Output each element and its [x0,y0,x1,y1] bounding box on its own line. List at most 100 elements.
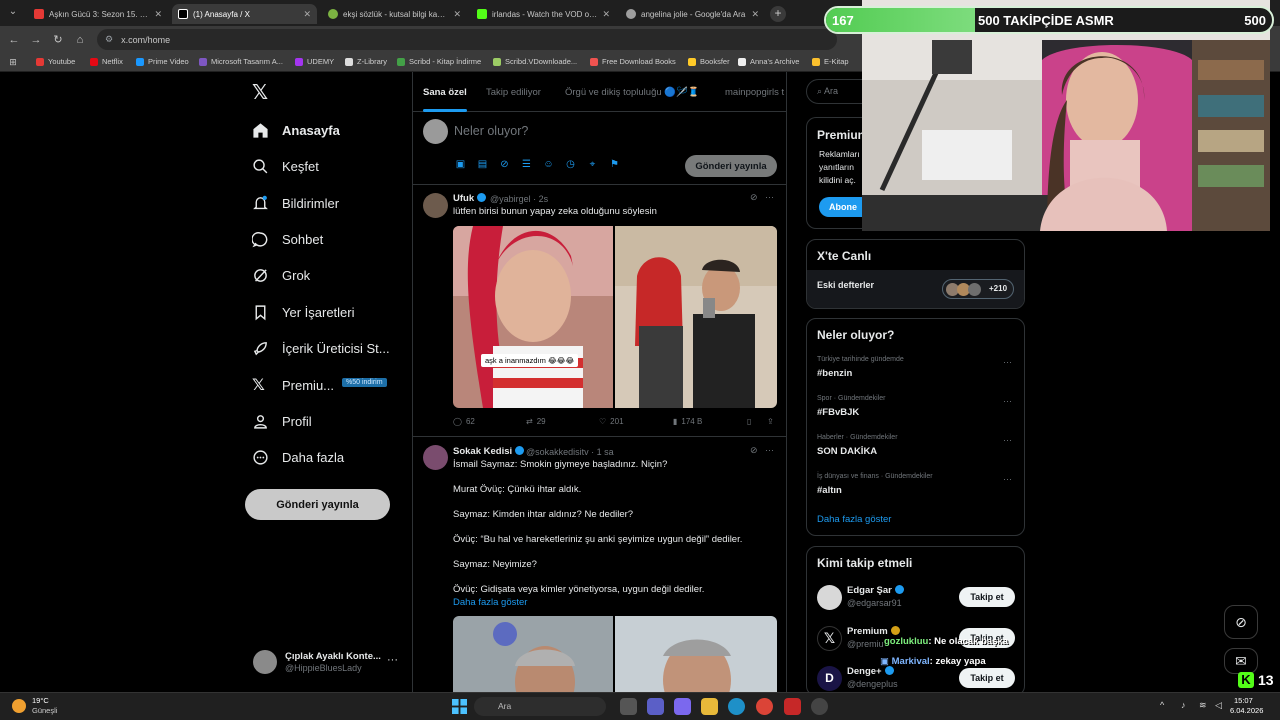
grok-icon[interactable]: ⊘ [499,159,510,170]
account-switcher[interactable]: Çıplak Ayaklı Konte... @HippieBluesLady … [253,650,403,676]
grok-float-button[interactable]: ⊘ [1224,605,1258,639]
tweet-author[interactable]: Sokak Kedisi [453,446,525,457]
file-explorer-icon[interactable] [701,698,718,715]
bookmark-item[interactable]: Prime Video [136,57,189,66]
emoji-icon[interactable]: ☺ [543,159,554,170]
more-icon[interactable]: ··· [1003,357,1012,367]
retweet-button[interactable]: ⇄ 29 [526,417,546,426]
microphone-icon[interactable]: ♪ [1181,700,1186,710]
trend-item[interactable]: SON DAKİKA [817,446,877,457]
teams-icon[interactable] [647,698,664,715]
close-icon[interactable]: ✕ [602,9,610,20]
new-tab-button[interactable]: + [770,6,786,22]
chrome-icon[interactable] [756,698,773,715]
grok-icon[interactable]: ⊘ [750,192,758,202]
bookmark-item[interactable]: Microsoft Tasarım A... [199,57,283,66]
url-input[interactable]: ⚙ x.com/home [97,29,837,50]
bookmark-item[interactable]: Scribd - Kitap İndirme [397,57,481,66]
suggestion-name[interactable]: Edgar Şar [847,585,904,596]
nav-profile[interactable]: Profil [252,409,312,433]
edge-icon[interactable] [728,698,745,715]
suggestion-name[interactable]: Denge+ [847,666,894,677]
volume-icon[interactable]: ◁ [1215,700,1222,711]
reload-icon[interactable]: ↻ [51,33,65,47]
tab-search-icon[interactable]: ⌄ [6,5,20,19]
nav-explore[interactable]: Keşfet [252,154,319,178]
follow-button[interactable]: Takip et [959,587,1015,607]
bookmark-button[interactable]: ▯ [747,417,751,426]
obs-icon[interactable] [811,698,828,715]
back-icon[interactable]: ← [7,33,21,47]
bookmark-item[interactable]: Z-Library [345,57,387,66]
more-icon[interactable]: ··· [1003,396,1012,406]
copilot-icon[interactable] [674,698,691,715]
like-button[interactable]: ♡ 201 [599,417,624,426]
windows-start-icon[interactable] [452,699,467,714]
tab-following[interactable]: Takip ediliyor [486,87,541,98]
apps-grid-icon[interactable]: ⊞ [6,55,20,69]
browser-tab[interactable]: Aşkın Gücü 3: Sezon 15. Bölüm ✕ [28,4,168,24]
wifi-icon[interactable]: ≋ [1199,700,1207,711]
denge-logo-icon[interactable]: D [817,666,842,691]
weather-sun-icon[interactable] [12,699,26,713]
nav-grok[interactable]: Grok [252,263,310,287]
tweet-media[interactable] [453,616,777,692]
image-icon[interactable]: ▣ [455,159,466,170]
trend-item[interactable]: #FBvBJK [817,407,859,418]
more-icon[interactable]: ··· [765,192,774,202]
avatar[interactable] [817,585,842,610]
share-button[interactable]: ⇪ [767,417,774,426]
bookmark-item[interactable]: E-Kitap [812,57,849,66]
schedule-icon[interactable]: ◷ [565,159,576,170]
browser-tab[interactable]: irlandas - Watch the VOD on Kick ✕ [471,4,616,24]
site-info-icon[interactable]: ⚙ [105,34,113,45]
nav-notifications[interactable]: Bildirimler [252,191,339,215]
browser-tab[interactable]: ekşi sözlük - kutsal bilgi kaynağı ✕ [322,4,467,24]
nav-bookmarks[interactable]: Yer İşaretleri [252,300,355,324]
tweet-media[interactable]: aşk a inanmazdım 😂😂😂 [453,226,777,408]
views-button[interactable]: ▮ 174 B [673,417,702,426]
nav-chat[interactable]: Sohbet [252,227,323,251]
post-button[interactable]: Gönderi yayınla [245,489,390,520]
avatar[interactable] [423,193,448,218]
bookmark-item[interactable]: Anna's Archive [738,57,799,66]
tweet-author[interactable]: Ufuk [453,193,487,204]
close-icon[interactable]: ✕ [453,9,461,20]
bookmark-item[interactable]: Booksfer [688,57,730,66]
browser-tab[interactable]: angelina jolie - Google'da Ara ✕ [620,4,765,24]
composer-post-button[interactable]: Gönderi yayınla [685,155,777,177]
close-icon[interactable]: ✕ [154,9,162,20]
tab-for-you[interactable]: Sana özel [423,87,467,98]
bookmark-item[interactable]: UDEMY [295,57,334,66]
more-icon[interactable]: ··· [765,445,774,455]
gif-icon[interactable]: ▤ [477,159,488,170]
x-logo-icon[interactable]: 𝕏 [252,83,270,103]
nav-premium[interactable]: 𝕏 Premiu... [252,373,334,397]
reply-button[interactable]: ◯ 62 [453,417,475,426]
taskbar-search[interactable]: Ara [474,697,606,716]
home-icon[interactable]: ⌂ [73,33,87,47]
more-icon[interactable]: ··· [1003,474,1012,484]
forward-icon[interactable]: → [29,33,43,47]
live-space-row[interactable]: Eski defterler +210 [807,270,1024,308]
live-listeners[interactable]: +210 [942,279,1014,299]
bookmark-item[interactable]: Youtube [36,57,75,66]
close-icon[interactable]: ✕ [303,9,311,20]
follow-button[interactable]: Takip et [959,668,1015,688]
browser-tab-active[interactable]: (1) Anasayfa / X ✕ [172,4,317,24]
close-icon[interactable]: ✕ [751,9,759,20]
nav-creator-studio[interactable]: İçerik Üreticisi St... [252,336,390,360]
messages-float-button[interactable]: ✉ [1224,648,1258,674]
youtube-icon[interactable] [784,698,801,715]
compose-input[interactable]: Neler oluyor? [454,124,528,138]
show-more-link[interactable]: Daha fazla göster [453,597,527,608]
task-view-icon[interactable] [620,698,637,715]
chevron-up-icon[interactable]: ^ [1160,700,1164,710]
more-icon[interactable]: ··· [1003,435,1012,445]
nav-home[interactable]: Anasayfa [252,118,340,142]
location-icon[interactable]: ⌖ [587,159,598,170]
show-more-link[interactable]: Daha fazla göster [817,514,891,525]
search-input[interactable]: ⌕ Ara [806,79,866,104]
grok-icon[interactable]: ⊘ [750,445,758,455]
poll-icon[interactable]: ☰ [521,159,532,170]
